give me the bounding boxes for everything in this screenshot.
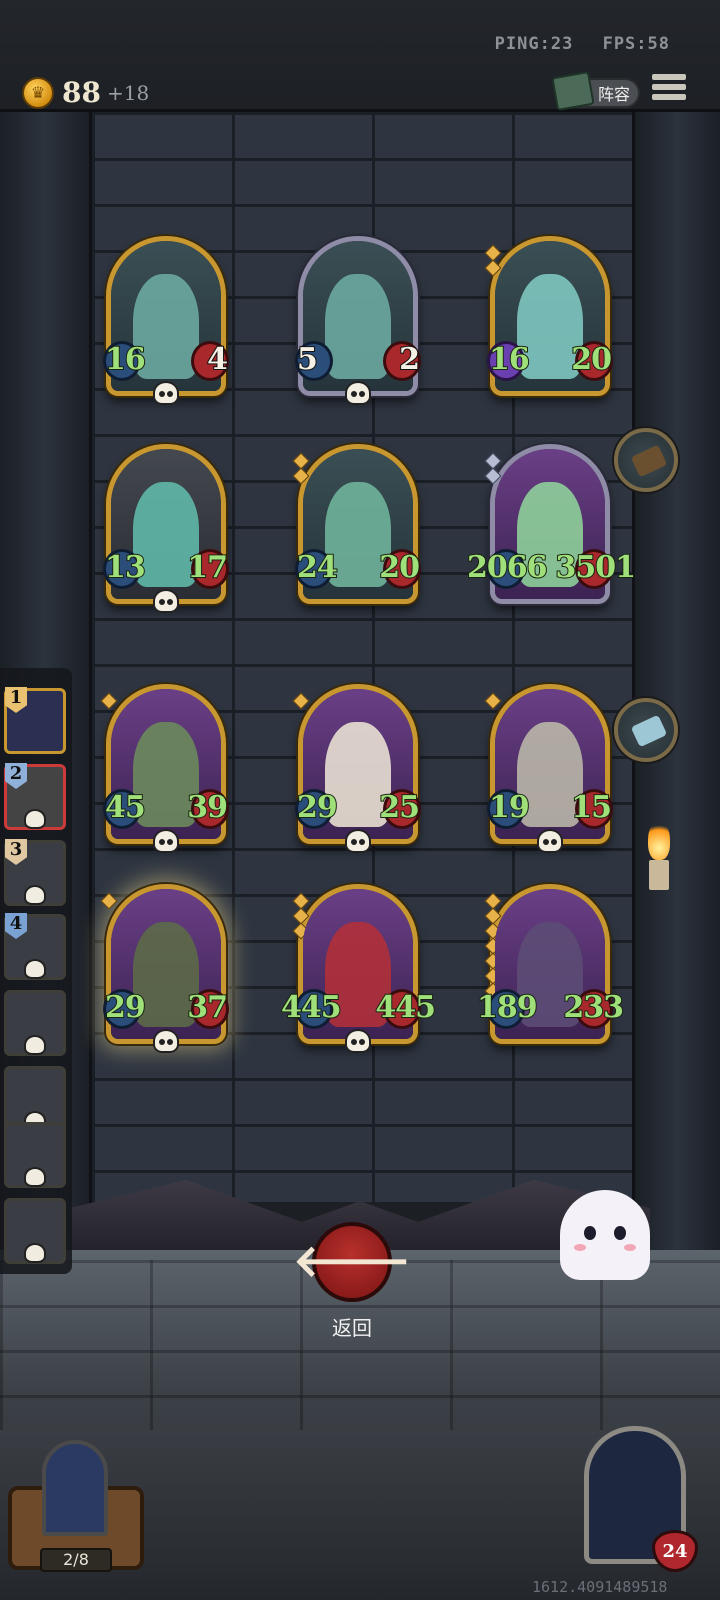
card-health: 39	[186, 789, 229, 826]
minion-card[interactable]: 13 17	[103, 444, 229, 613]
menu-button[interactable]	[652, 74, 686, 108]
card-attack: 16	[488, 341, 531, 378]
skull-icon	[24, 1035, 46, 1055]
card-attack: 5	[296, 341, 319, 378]
card-health: 233	[562, 989, 625, 1026]
queue-item[interactable]: 4	[4, 913, 66, 980]
skull-icon	[24, 1243, 46, 1263]
card-attack: 445	[280, 989, 343, 1026]
card-attack: 2066	[466, 549, 548, 586]
footer-id: 1612.4091489518	[532, 1578, 668, 1596]
back-label: 返回	[332, 1316, 372, 1340]
book-icon	[551, 70, 595, 112]
minion-card[interactable]: 16 4	[103, 236, 229, 405]
queue-number: 3	[5, 839, 27, 865]
coffin-icon	[630, 444, 668, 478]
card-health: 20	[570, 341, 613, 378]
skull-icon	[24, 809, 46, 829]
minion-card[interactable]: 24 20	[292, 444, 421, 604]
gold-income: +18	[106, 80, 150, 105]
card-health: 2	[398, 341, 421, 378]
ping-readout: PING:23	[494, 34, 574, 54]
coin-icon: ♛	[22, 76, 54, 109]
minion-card-highlighted[interactable]: 29 37	[100, 884, 229, 1053]
bottle-button[interactable]	[614, 698, 678, 762]
skull-icon	[345, 829, 371, 853]
card-attack: 19	[488, 789, 531, 826]
card-attack: 189	[476, 989, 539, 1026]
queue-number: 4	[5, 913, 27, 939]
skull-icon	[153, 829, 179, 853]
queue-number: 2	[5, 763, 27, 789]
card-health: 3501	[555, 549, 637, 586]
minion-card[interactable]: 19 15	[484, 684, 613, 853]
skull-icon	[537, 829, 563, 853]
card-attack: 29	[296, 789, 339, 826]
minion-card[interactable]: 5 2	[295, 236, 421, 405]
gold-display: ♛ 88 +18	[22, 76, 149, 109]
minion-card[interactable]: 2066 3501	[466, 444, 637, 604]
card-health: 15	[570, 789, 613, 826]
card-health: 25	[378, 789, 421, 826]
queue-item[interactable]	[4, 1198, 66, 1264]
torch	[648, 820, 674, 890]
queue-number: 1	[5, 687, 27, 713]
minion-card[interactable]: 189 233	[476, 884, 625, 1044]
card-attack: 13	[104, 549, 147, 586]
gold-value: 88	[62, 76, 101, 109]
minion-card[interactable]: 445 445	[280, 884, 437, 1053]
ghost-mascot[interactable]	[560, 1190, 650, 1280]
card-health: 17	[186, 549, 229, 586]
card-health: 4	[206, 341, 229, 378]
minion-card[interactable]: 16 20	[484, 236, 613, 396]
skull-icon	[153, 381, 179, 405]
minion-card[interactable]: 45 39	[100, 684, 229, 853]
card-attack: 16	[104, 341, 147, 378]
skull-icon	[153, 589, 179, 613]
door-icon	[42, 1440, 108, 1536]
lineup-button[interactable]: 阵容	[551, 70, 640, 112]
skull-icon	[24, 1167, 46, 1187]
network-status: PING:23 FPS:58	[477, 34, 670, 54]
queue-item[interactable]: 2	[4, 763, 66, 830]
turn-queue: 1 2 3 4	[0, 668, 72, 1274]
card-attack: 29	[104, 989, 147, 1026]
lineup-label: 阵容	[597, 85, 630, 104]
back-button[interactable]: 🡐	[293, 1222, 411, 1302]
skull-icon	[24, 959, 46, 979]
top-bar: PING:23 FPS:58 ♛ 88 +18 阵容	[0, 0, 720, 112]
skull-icon	[345, 1029, 371, 1053]
skull-icon	[345, 381, 371, 405]
queue-item[interactable]: 3	[4, 839, 66, 906]
queue-item[interactable]	[4, 1122, 66, 1188]
card-health: 20	[378, 549, 421, 586]
card-health: 445	[374, 989, 437, 1026]
chest-count: 2/8	[40, 1548, 112, 1572]
bottle-icon	[630, 714, 668, 748]
arrow-left-icon: 🡐	[293, 1236, 411, 1287]
card-attack: 24	[296, 549, 339, 586]
skull-icon	[153, 1029, 179, 1053]
coffin-button[interactable]	[614, 428, 678, 492]
fps-readout: FPS:58	[602, 34, 670, 54]
card-health: 37	[186, 989, 229, 1026]
minion-card[interactable]: 29 25	[292, 684, 421, 853]
right-pillar	[632, 112, 720, 1262]
skull-icon	[24, 885, 46, 905]
queue-item[interactable]	[4, 990, 66, 1056]
hamburger-icon	[652, 74, 686, 80]
queue-item[interactable]: 1	[4, 687, 66, 754]
card-attack: 45	[104, 789, 147, 826]
